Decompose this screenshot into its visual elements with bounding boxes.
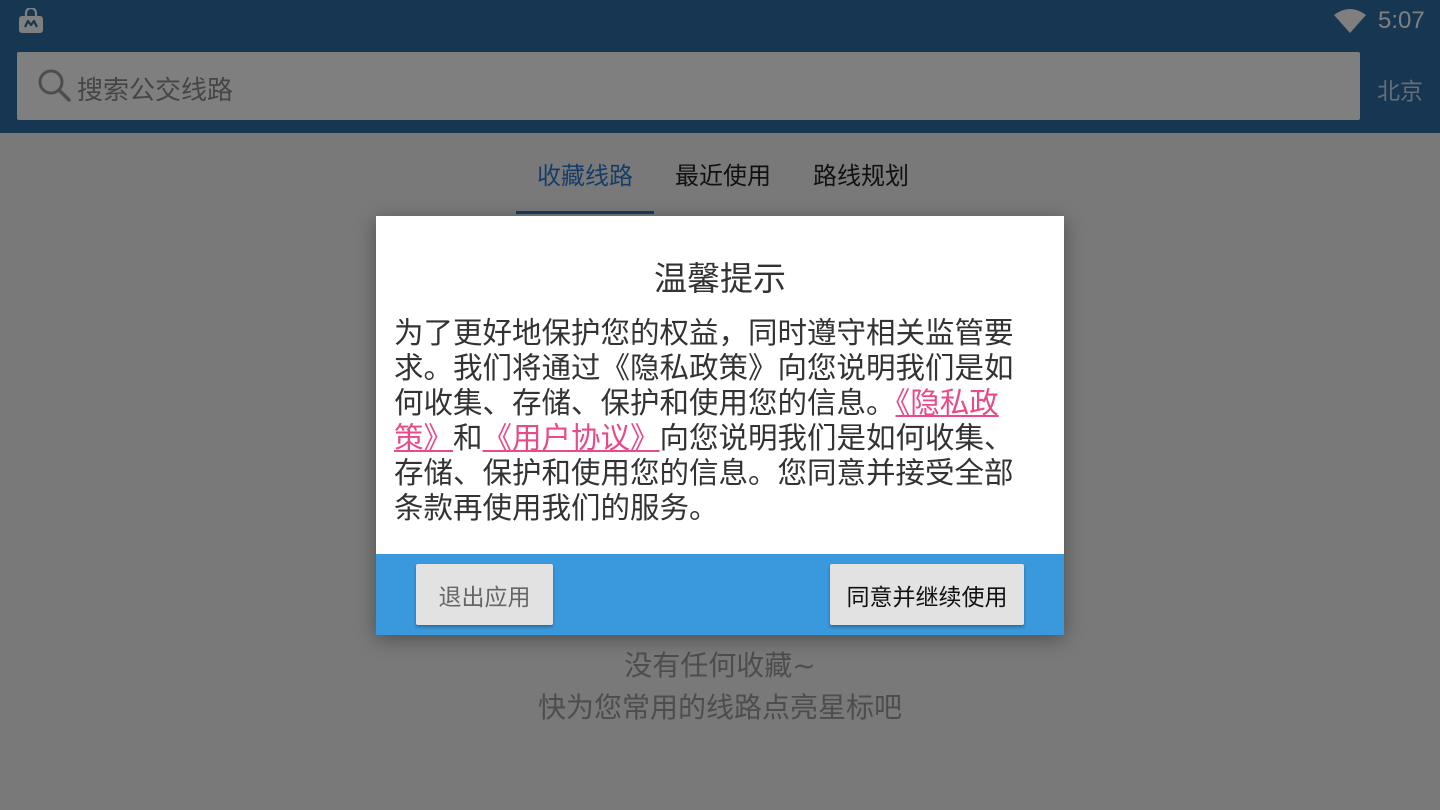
dialog-title: 温馨提示 <box>654 259 786 298</box>
agree-continue-button[interactable]: 同意并继续使用 <box>830 564 1024 625</box>
exit-app-button[interactable]: 退出应用 <box>416 564 553 625</box>
dialog-body-and: 和 <box>453 421 483 455</box>
dialog-footer: 退出应用 同意并继续使用 <box>376 554 1064 635</box>
dialog-body: 为了更好地保护您的权益，同时遵守相关监管要求。我们将通过《隐私政策》向您说明我们… <box>394 316 1030 526</box>
privacy-dialog: 温馨提示 为了更好地保护您的权益，同时遵守相关监管要求。我们将通过《隐私政策》向… <box>376 216 1064 635</box>
user-agreement-link[interactable]: 《用户协议》 <box>483 421 660 455</box>
